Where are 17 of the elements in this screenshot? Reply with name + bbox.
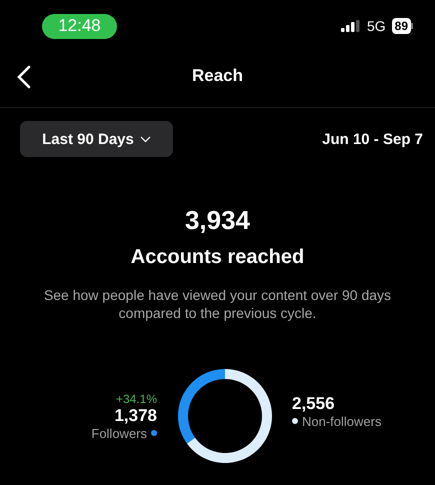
legend-label: Non-followers: [302, 414, 382, 428]
signal-icon: [340, 20, 361, 32]
back-icon[interactable]: [16, 65, 32, 89]
legend-label: Followers: [91, 426, 147, 440]
change-percent: +34.1%: [116, 392, 157, 406]
period-dropdown[interactable]: Last 90 Days: [20, 121, 173, 157]
network-label: 5G: [366, 18, 386, 34]
screen-title: Reach: [192, 66, 244, 86]
reach-description: See how people have viewed your content over 90 days compared to the previous cycle.: [42, 286, 392, 322]
count-value: 1,378: [114, 406, 157, 426]
battery-icon: 89: [392, 18, 413, 34]
count-value: 2,556: [292, 394, 335, 414]
date-range: Jun 10 - Sep 7: [322, 130, 423, 148]
reach-label: Accounts reached: [130, 246, 304, 269]
reach-count: 3,934: [184, 205, 250, 236]
chevron-down-icon: [140, 136, 151, 142]
status-time: 12:48: [42, 14, 117, 38]
